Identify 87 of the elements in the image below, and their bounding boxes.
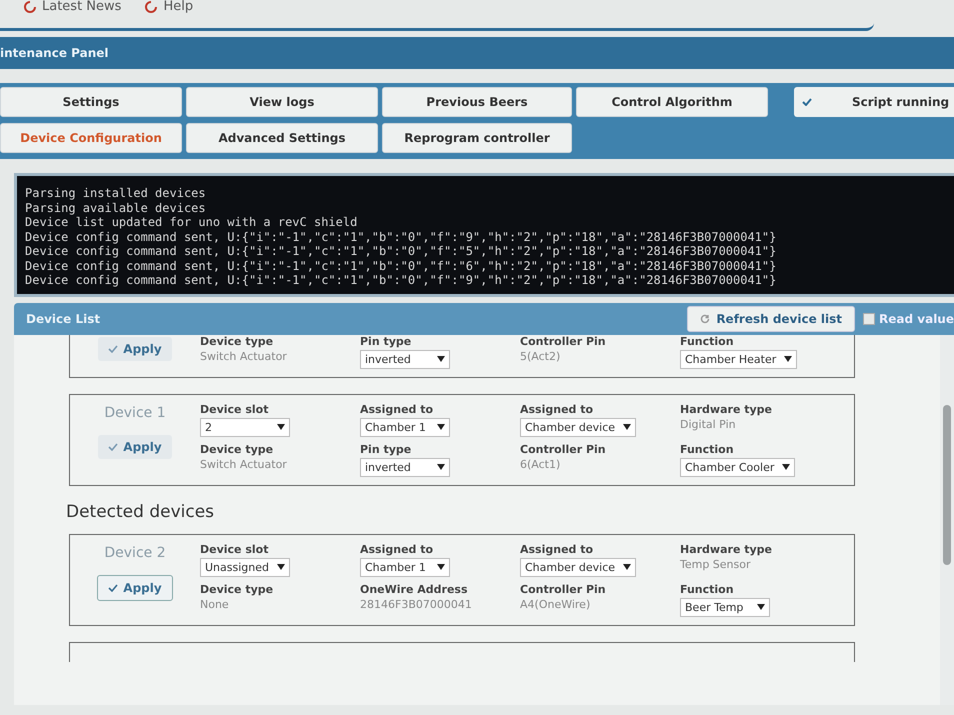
field-label: Controller Pin	[520, 582, 606, 596]
field-label: Controller Pin	[520, 334, 606, 348]
dropdown[interactable]: Chamber Cooler	[680, 458, 796, 476]
tab[interactable]: Reprogram controller	[382, 122, 572, 152]
dropdown[interactable]: Chamber device	[520, 558, 636, 576]
field-value: 6(Act1)	[520, 458, 560, 470]
dropdown[interactable]: Beer Temp	[680, 598, 770, 616]
check-icon	[108, 584, 118, 592]
field-label: Device slot	[200, 402, 268, 416]
field-value: A4(OneWire)	[520, 598, 590, 610]
tab[interactable]: View logs	[186, 87, 378, 117]
apply-button[interactable]: Apply	[98, 434, 172, 458]
tab[interactable]: Advanced Settings	[186, 122, 378, 152]
field-label: Function	[680, 442, 734, 456]
status-label: Script running	[852, 95, 950, 109]
check-icon	[802, 98, 812, 106]
field-label: Pin type	[360, 334, 412, 348]
field-label: Device slot	[200, 542, 268, 556]
dropdown[interactable]: Unassigned	[200, 558, 290, 576]
field-label: Assigned to	[360, 542, 434, 556]
log-line: Device config command sent, U:{"i":"-1","c":"1","b":"0","f":"6","h":"2","p":"18","a":"28146F3B07000041"}	[25, 258, 778, 273]
dropdown[interactable]: Chamber 1	[360, 418, 450, 436]
field-label: Device type	[200, 334, 274, 348]
caret-icon	[623, 564, 632, 570]
checkbox[interactable]	[863, 312, 876, 324]
apply-button[interactable]: Apply	[97, 574, 173, 600]
caret-icon	[437, 356, 445, 362]
dropdown[interactable]: inverted	[360, 350, 450, 368]
field-label: Hardware type	[680, 542, 772, 556]
log-line: Parsing available devices	[25, 200, 207, 215]
field-label: Function	[680, 582, 734, 596]
dropdown[interactable]: inverted	[360, 458, 450, 476]
refresh-icon	[700, 314, 710, 324]
check-icon	[108, 442, 118, 450]
section-title: Detected devices	[66, 502, 216, 522]
apply-button[interactable]: Apply	[98, 336, 172, 360]
tab[interactable]: Device Configuration	[0, 122, 182, 152]
field-value: Digital Pin	[680, 418, 736, 430]
field-value: None	[200, 598, 229, 610]
swirl-icon	[145, 1, 158, 13]
caret-icon	[782, 464, 790, 470]
swirl-icon	[24, 1, 36, 13]
field-value: 28146F3B07000041	[360, 598, 472, 610]
nav-link[interactable]: Latest News	[24, 0, 122, 14]
field-value: Switch Actuator	[200, 350, 287, 362]
scrollbar[interactable]	[940, 334, 954, 704]
caret-icon	[784, 356, 792, 362]
refresh-button[interactable]: Refresh device list	[687, 306, 856, 332]
checkbox-label: Read value	[879, 312, 954, 326]
field-label: Device type	[200, 582, 274, 596]
tab[interactable]: Settings	[0, 87, 182, 117]
device-name: Device 1	[104, 404, 166, 420]
caret-icon	[437, 424, 445, 430]
caret-icon	[757, 604, 765, 610]
field-label: Controller Pin	[520, 442, 606, 456]
dropdown[interactable]: Chamber Heater	[680, 350, 798, 368]
log-line: Device config command sent, U:{"i":"-1","c":"1","b":"0","f":"5","h":"2","p":"18","a":"28146F3B07000041"}	[25, 244, 778, 258]
field-label: Assigned to	[520, 402, 594, 416]
field-label: Assigned to	[360, 402, 434, 416]
panel-title: intenance Panel	[0, 46, 109, 60]
caret-icon	[437, 464, 445, 470]
nav-link[interactable]: Help	[145, 0, 194, 14]
field-label: Function	[680, 334, 734, 348]
field-value: 5(Act2)	[520, 350, 560, 362]
dropdown[interactable]: Chamber device	[520, 418, 636, 436]
check-icon	[108, 344, 118, 352]
tab[interactable]: Control Algorithm	[576, 87, 768, 117]
dropdown[interactable]: 2	[200, 418, 290, 436]
caret-icon	[437, 564, 445, 570]
caret-icon	[623, 424, 632, 430]
device-name: Device 2	[104, 544, 166, 560]
field-label: Pin type	[360, 442, 412, 456]
caret-icon	[277, 424, 285, 430]
log-line: Device config command sent, U:{"i":"-1","c":"1","b":"0","f":"9","h":"2","p":"18","a":"28146F3B07000041"}	[25, 273, 778, 288]
log-line: Parsing installed devices	[25, 186, 207, 200]
field-value: Temp Sensor	[680, 558, 751, 570]
field-value: Switch Actuator	[200, 458, 287, 470]
field-label: Hardware type	[680, 402, 772, 416]
field-label: OneWire Address	[360, 582, 468, 596]
caret-icon	[277, 564, 285, 570]
field-label: Assigned to	[520, 542, 594, 556]
log-line: Device list updated for uno with a revC shield	[25, 215, 358, 230]
dropdown[interactable]: Chamber 1	[360, 558, 450, 576]
tab[interactable]: Previous Beers	[382, 87, 572, 117]
log-line: Device config command sent, U:{"i":"-1","c":"1","b":"0","f":"9","h":"2","p":"18","a":"28146F3B07000041"}	[25, 230, 778, 244]
device-list-title: Device List	[26, 312, 102, 326]
field-label: Device type	[200, 442, 274, 456]
